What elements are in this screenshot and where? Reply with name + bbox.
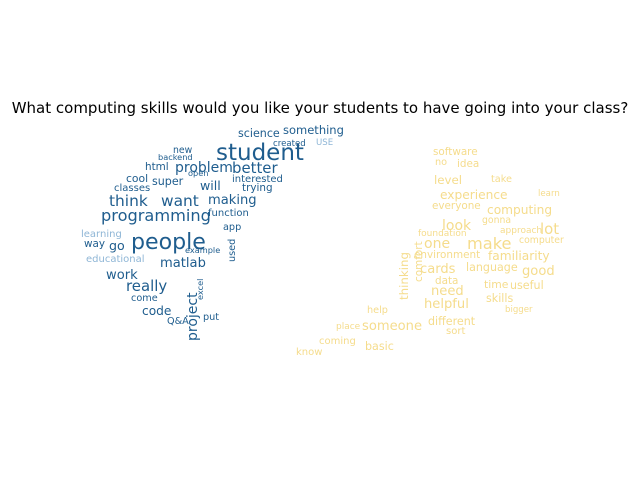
word-classes: classes	[114, 183, 150, 194]
word-coming: coming	[319, 336, 356, 347]
word-skills: skills	[486, 292, 513, 305]
word-foundation: foundation	[418, 229, 467, 239]
word-language: language	[466, 261, 518, 274]
word-used: used	[227, 239, 238, 262]
word-take: take	[491, 174, 512, 185]
word-super: super	[152, 175, 184, 188]
word-idea: idea	[457, 158, 479, 170]
word-good: good	[522, 264, 555, 279]
word-q-a: Q&A	[167, 316, 189, 327]
word-level: level	[434, 173, 462, 187]
word-come: come	[131, 293, 158, 304]
word-think: think	[109, 192, 148, 210]
word-go: go	[109, 238, 125, 253]
word-will: will	[200, 178, 221, 193]
word-open: open	[188, 168, 208, 178]
word-matlab: matlab	[160, 256, 206, 271]
word-everyone: everyone	[432, 200, 481, 212]
word-time: time	[484, 278, 509, 291]
word-example: example	[185, 245, 220, 255]
word-gonna: gonna	[482, 215, 511, 226]
word-someone: someone	[362, 319, 422, 334]
word-app: app	[223, 222, 241, 233]
word-comfort: comfort	[413, 241, 425, 282]
word-created: created	[273, 139, 306, 149]
word-computer: computer	[519, 235, 564, 246]
word-cloud-1: studentpeopleprogrammingthink wantbetterr…	[81, 123, 344, 341]
word-know: know	[296, 347, 322, 358]
figure: student people programming think want better r…	[0, 0, 640, 480]
word-making: making	[208, 193, 257, 208]
word-basic: basic	[365, 340, 394, 353]
word-learn: learn	[538, 189, 560, 199]
word-data: data	[435, 275, 458, 287]
word-cloud: studentpeopleprogrammingthink wantbetterr…	[81, 123, 564, 358]
word-something: something	[283, 123, 344, 137]
word-function: function	[208, 208, 249, 219]
word-backend: backend	[158, 152, 193, 162]
word-cloud-2: makelotonelookgoodneedcardshelpfulsomeon…	[296, 146, 564, 358]
word-approach: approach	[500, 226, 542, 236]
word-bigger: bigger	[505, 305, 533, 315]
word-sort: sort	[446, 326, 465, 337]
word-help: help	[367, 305, 388, 316]
word-helpful: helpful	[424, 297, 469, 312]
word-excel: excel	[195, 279, 205, 300]
word-educational: educational	[86, 254, 145, 265]
chart-title: What computing skills would you like you…	[11, 99, 629, 117]
word-want: want	[161, 192, 199, 210]
word-put: put	[203, 312, 219, 323]
word-useful: useful	[510, 279, 544, 292]
word-use: USE	[316, 138, 333, 148]
word-place: place	[336, 322, 361, 332]
word-learning: learning	[81, 229, 122, 240]
word-work: work	[106, 268, 138, 283]
word-no: no	[435, 157, 447, 168]
word-interested: interested	[232, 174, 283, 185]
word-html: html	[145, 161, 169, 173]
word-thinking: thinking	[397, 252, 411, 300]
